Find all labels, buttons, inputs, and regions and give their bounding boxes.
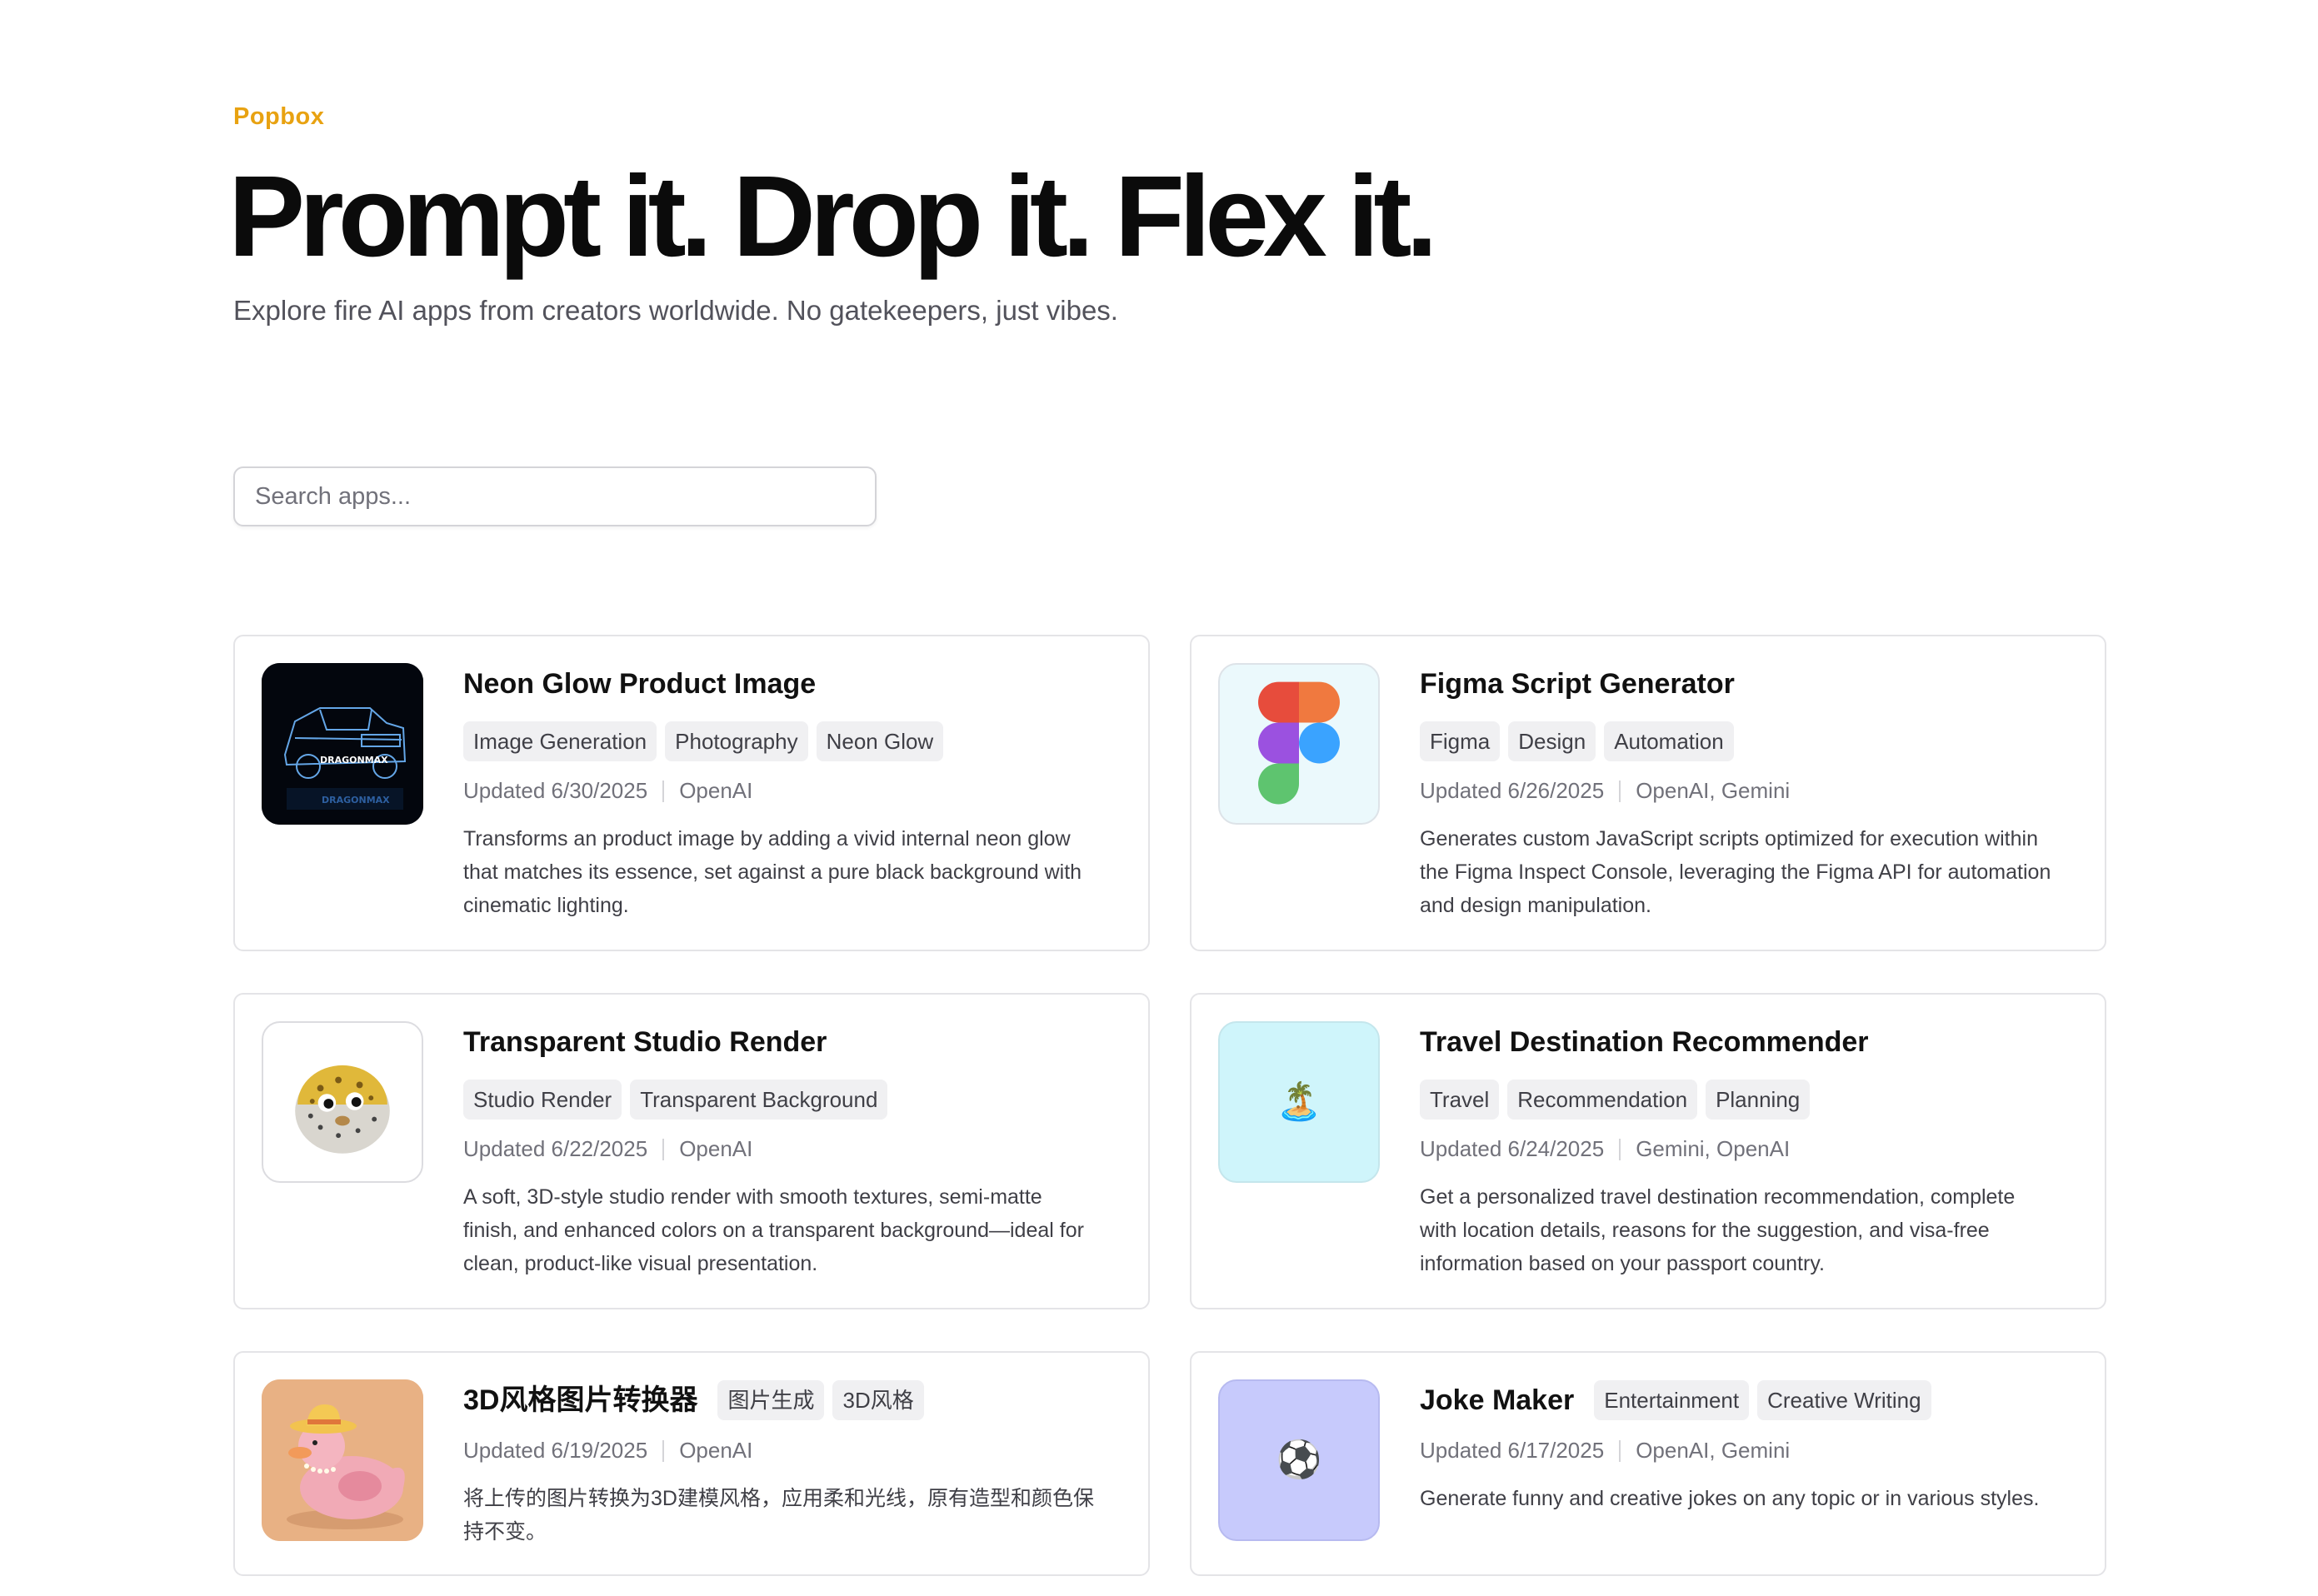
meta-divider: [662, 1138, 665, 1160]
app-grid: DRAGONMAX DRAGONMAX Neon Glow Product Im…: [233, 635, 2106, 1576]
meta-divider: [1619, 1439, 1621, 1462]
updated-date: Updated 6/17/2025: [1420, 1438, 1605, 1463]
tag[interactable]: 图片生成: [717, 1380, 825, 1420]
tag-list: 图片生成 3D风格: [717, 1380, 924, 1420]
icon-glyph: ⚽: [1276, 1439, 1322, 1480]
app-description: Generates custom JavaScript scripts opti…: [1420, 827, 2051, 917]
app-meta: Updated 6/26/2025 OpenAI, Gemini: [1420, 778, 2055, 804]
tag[interactable]: Travel: [1420, 1080, 1500, 1120]
app-meta: Updated 6/19/2025 OpenAI: [463, 1438, 1098, 1464]
tag[interactable]: Neon Glow: [816, 721, 944, 761]
model-list: OpenAI, Gemini: [1636, 778, 1791, 803]
icon-glyph: 🏝️: [1276, 1081, 1322, 1122]
meta-divider: [1619, 780, 1621, 802]
app-title[interactable]: Joke Maker: [1420, 1379, 1574, 1421]
updated-date: Updated 6/24/2025: [1420, 1136, 1605, 1161]
updated-date: Updated 6/19/2025: [463, 1438, 648, 1463]
tag[interactable]: Transparent Background: [630, 1080, 888, 1120]
page-subheadline: Explore fire AI apps from creators world…: [233, 295, 1118, 326]
tag-list: Travel Recommendation Planning: [1420, 1080, 2055, 1120]
app-card-travel-recommender[interactable]: 🏝️ Travel Destination Recommender Travel…: [1190, 993, 2106, 1309]
updated-date: Updated 6/22/2025: [463, 1136, 648, 1161]
pufferfish-icon: [262, 1021, 423, 1183]
neon-truck-icon: DRAGONMAX DRAGONMAX: [262, 663, 423, 825]
model-list: OpenAI: [679, 778, 753, 803]
meta-divider: [1619, 1138, 1621, 1160]
app-title[interactable]: Travel Destination Recommender: [1420, 1021, 1869, 1063]
app-title[interactable]: Transparent Studio Render: [463, 1021, 827, 1063]
model-list: Gemini, OpenAI: [1636, 1136, 1791, 1161]
svg-text:DRAGONMAX: DRAGONMAX: [322, 795, 390, 805]
tag[interactable]: Studio Render: [463, 1080, 622, 1120]
app-meta: Updated 6/17/2025 OpenAI, Gemini: [1420, 1438, 2055, 1464]
app-description: Generate funny and creative jokes on any…: [1420, 1487, 2040, 1510]
tag[interactable]: Planning: [1706, 1080, 1811, 1120]
figma-logo-icon: [1218, 663, 1380, 825]
app-description: Get a personalized travel destination re…: [1420, 1185, 2016, 1275]
meta-divider: [662, 1439, 665, 1462]
tag[interactable]: Entertainment: [1594, 1380, 1750, 1420]
app-meta: Updated 6/24/2025 Gemini, OpenAI: [1420, 1136, 2055, 1162]
soccer-ball-icon: ⚽: [1218, 1379, 1380, 1541]
model-list: OpenAI, Gemini: [1636, 1438, 1791, 1463]
tag[interactable]: Creative Writing: [1757, 1380, 1931, 1420]
app-description: A soft, 3D-style studio render with smoo…: [463, 1185, 1084, 1275]
tag-list: Studio Render Transparent Background: [463, 1080, 1098, 1120]
updated-date: Updated 6/26/2025: [1420, 778, 1605, 803]
meta-divider: [662, 780, 665, 802]
app-card-3d-style-converter[interactable]: 3D风格图片转换器 图片生成 3D风格 Updated 6/19/2025 Op…: [233, 1351, 1150, 1576]
app-card-joke-maker[interactable]: ⚽ Joke Maker Entertainment Creative Writ…: [1190, 1351, 2106, 1576]
truck-text: DRAGONMAX: [320, 755, 388, 766]
app-title[interactable]: Neon Glow Product Image: [463, 663, 816, 705]
model-list: OpenAI: [679, 1438, 753, 1463]
app-title[interactable]: 3D风格图片转换器: [463, 1379, 697, 1421]
tag-list: Figma Design Automation: [1420, 721, 2055, 761]
app-meta: Updated 6/22/2025 OpenAI: [463, 1136, 1098, 1162]
app-card-figma-script[interactable]: Figma Script Generator Figma Design Auto…: [1190, 635, 2106, 951]
tag[interactable]: 3D风格: [832, 1380, 924, 1420]
app-description: Transforms an product image by adding a …: [463, 827, 1082, 917]
tag-list: Entertainment Creative Writing: [1594, 1380, 1931, 1420]
app-description: 将上传的图片转换为3D建模风格，应用柔和光线，原有造型和颜色保持不变。: [463, 1487, 1094, 1544]
app-card-neon-glow[interactable]: DRAGONMAX DRAGONMAX Neon Glow Product Im…: [233, 635, 1150, 951]
tag[interactable]: Image Generation: [463, 721, 657, 761]
tag[interactable]: Figma: [1420, 721, 1501, 761]
updated-date: Updated 6/30/2025: [463, 778, 648, 803]
tag[interactable]: Design: [1508, 721, 1596, 761]
app-card-transparent-studio[interactable]: Transparent Studio Render Studio Render …: [233, 993, 1150, 1309]
tag[interactable]: Recommendation: [1507, 1080, 1698, 1120]
tag[interactable]: Photography: [665, 721, 808, 761]
tag-list: Image Generation Photography Neon Glow: [463, 721, 1098, 761]
app-meta: Updated 6/30/2025 OpenAI: [463, 778, 1098, 804]
pink-duck-icon: [262, 1379, 423, 1541]
desert-island-icon: 🏝️: [1218, 1021, 1380, 1183]
page-headline: Prompt it. Drop it. Flex it.: [228, 152, 1438, 281]
tag[interactable]: Automation: [1604, 721, 1734, 761]
model-list: OpenAI: [679, 1136, 753, 1161]
brand-label[interactable]: Popbox: [233, 103, 324, 131]
search-input[interactable]: [233, 466, 877, 526]
app-title[interactable]: Figma Script Generator: [1420, 663, 1735, 705]
